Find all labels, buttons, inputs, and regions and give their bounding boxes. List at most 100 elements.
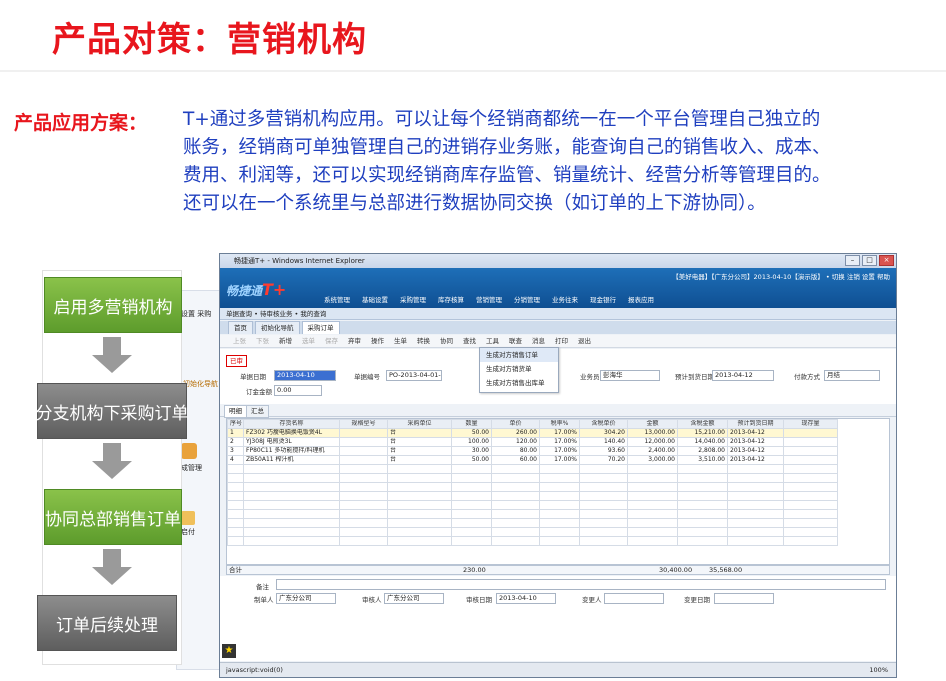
table-cell[interactable]: 30.00 bbox=[451, 446, 492, 456]
table-cell[interactable] bbox=[243, 491, 340, 501]
table-cell[interactable] bbox=[627, 536, 678, 546]
table-cell[interactable] bbox=[339, 455, 388, 465]
menu-item[interactable]: 现金银行 bbox=[584, 294, 622, 304]
table-cell[interactable] bbox=[451, 536, 492, 546]
table-cell[interactable]: 2013-04-12 bbox=[727, 428, 784, 438]
toolbar-unaudit[interactable]: 弃审 bbox=[343, 335, 366, 347]
table-cell[interactable] bbox=[627, 527, 678, 537]
table-cell[interactable] bbox=[783, 428, 838, 438]
toolbar-operate[interactable]: 操作 bbox=[366, 335, 389, 347]
table-cell[interactable] bbox=[727, 482, 784, 492]
toolbar-prev[interactable]: 上张 bbox=[228, 335, 251, 347]
table-cell[interactable]: 15,210.00 bbox=[677, 428, 728, 438]
close-button[interactable]: × bbox=[879, 255, 894, 266]
table-cell[interactable] bbox=[491, 473, 540, 483]
table-cell[interactable] bbox=[339, 446, 388, 456]
table-cell[interactable]: 3,510.00 bbox=[677, 455, 728, 465]
table-cell[interactable] bbox=[579, 527, 628, 537]
table-cell[interactable] bbox=[491, 500, 540, 510]
table-cell[interactable] bbox=[339, 536, 388, 546]
table-cell[interactable] bbox=[727, 500, 784, 510]
table-cell[interactable] bbox=[783, 446, 838, 456]
table-cell[interactable]: 93.60 bbox=[579, 446, 628, 456]
minimize-button[interactable]: – bbox=[845, 255, 860, 266]
table-cell[interactable] bbox=[227, 536, 244, 546]
table-cell[interactable] bbox=[227, 518, 244, 528]
toolbar-generate[interactable]: 生单 bbox=[389, 335, 412, 347]
table-cell[interactable] bbox=[243, 518, 340, 528]
empty-row[interactable] bbox=[227, 491, 838, 501]
maximize-button[interactable]: □ bbox=[862, 255, 877, 266]
table-cell[interactable] bbox=[387, 464, 452, 474]
dropdown-item[interactable]: 生成对方销售订单 bbox=[480, 348, 558, 362]
table-cell[interactable] bbox=[579, 500, 628, 510]
table-cell[interactable]: 2013-04-12 bbox=[727, 437, 784, 447]
table-cell[interactable] bbox=[783, 518, 838, 528]
table-cell[interactable] bbox=[539, 536, 580, 546]
table-cell[interactable] bbox=[491, 518, 540, 528]
table-cell[interactable] bbox=[783, 455, 838, 465]
toolbar-convert[interactable]: 转换 bbox=[412, 335, 435, 347]
table-cell[interactable] bbox=[727, 536, 784, 546]
toolbar-exit[interactable]: 退出 bbox=[573, 335, 596, 347]
grid-header[interactable]: 现存量 bbox=[783, 419, 838, 429]
table-cell[interactable] bbox=[387, 527, 452, 537]
table-cell[interactable] bbox=[677, 464, 728, 474]
table-cell[interactable] bbox=[677, 482, 728, 492]
table-cell[interactable]: ZB50A11 榨汁机 bbox=[243, 455, 340, 465]
menu-item[interactable]: 系统管理 bbox=[318, 294, 356, 304]
grid-header[interactable]: 采购单位 bbox=[387, 419, 452, 429]
table-cell[interactable]: 80.00 bbox=[491, 446, 540, 456]
toolbar-message[interactable]: 消息 bbox=[527, 335, 550, 347]
table-cell[interactable] bbox=[627, 482, 678, 492]
table-cell[interactable] bbox=[339, 437, 388, 447]
table-cell[interactable] bbox=[227, 473, 244, 483]
table-cell[interactable] bbox=[627, 491, 678, 501]
table-cell[interactable]: 120.00 bbox=[491, 437, 540, 447]
grid-header[interactable]: 数量 bbox=[451, 419, 492, 429]
table-cell[interactable] bbox=[227, 464, 244, 474]
table-cell[interactable] bbox=[387, 536, 452, 546]
table-cell[interactable] bbox=[783, 500, 838, 510]
table-cell[interactable] bbox=[339, 428, 388, 438]
table-cell[interactable] bbox=[627, 464, 678, 474]
table-cell[interactable]: YJ308J 电煎烫3L bbox=[243, 437, 340, 447]
date-field[interactable]: 2013-04-10 bbox=[274, 370, 336, 381]
table-cell[interactable] bbox=[579, 491, 628, 501]
table-cell[interactable] bbox=[243, 500, 340, 510]
table-cell[interactable] bbox=[451, 473, 492, 483]
pay-method-field[interactable]: 月结 bbox=[824, 370, 880, 381]
table-cell[interactable]: 50.00 bbox=[451, 428, 492, 438]
table-cell[interactable] bbox=[227, 500, 244, 510]
table-cell[interactable] bbox=[387, 491, 452, 501]
table-cell[interactable] bbox=[677, 527, 728, 537]
table-cell[interactable]: 2,808.00 bbox=[677, 446, 728, 456]
tab-detail[interactable]: 明细 bbox=[224, 405, 247, 418]
table-cell[interactable] bbox=[539, 509, 580, 519]
toolbar-collab[interactable]: 协同 bbox=[435, 335, 458, 347]
table-cell[interactable]: 台 bbox=[387, 437, 452, 447]
table-cell[interactable]: 2013-04-12 bbox=[727, 446, 784, 456]
table-cell[interactable] bbox=[783, 473, 838, 483]
table-cell[interactable]: 17.00% bbox=[539, 446, 580, 456]
table-cell[interactable] bbox=[491, 527, 540, 537]
tab-purchase-order[interactable]: 采购订单 bbox=[301, 321, 340, 334]
grid-header[interactable]: 税率% bbox=[539, 419, 580, 429]
table-cell[interactable] bbox=[579, 536, 628, 546]
empty-row[interactable] bbox=[227, 482, 838, 492]
table-cell[interactable] bbox=[727, 509, 784, 519]
empty-row[interactable] bbox=[227, 464, 838, 474]
salesman-field[interactable]: 彭海华 bbox=[600, 370, 660, 381]
table-cell[interactable] bbox=[783, 527, 838, 537]
table-cell[interactable]: FP80C11 多功能搅拌/料理机 bbox=[243, 446, 340, 456]
table-cell[interactable] bbox=[677, 500, 728, 510]
code-field[interactable]: PO-2013-04-01-00… bbox=[386, 370, 442, 381]
table-cell[interactable] bbox=[727, 491, 784, 501]
table-row[interactable]: 3 FP80C11 多功能搅拌/料理机 台 30.00 80.00 17.00% 93.60… bbox=[227, 446, 838, 456]
table-cell[interactable] bbox=[579, 518, 628, 528]
table-cell[interactable] bbox=[677, 518, 728, 528]
table-cell[interactable] bbox=[387, 518, 452, 528]
table-cell[interactable] bbox=[783, 491, 838, 501]
table-cell[interactable] bbox=[783, 437, 838, 447]
empty-row[interactable] bbox=[227, 527, 838, 537]
